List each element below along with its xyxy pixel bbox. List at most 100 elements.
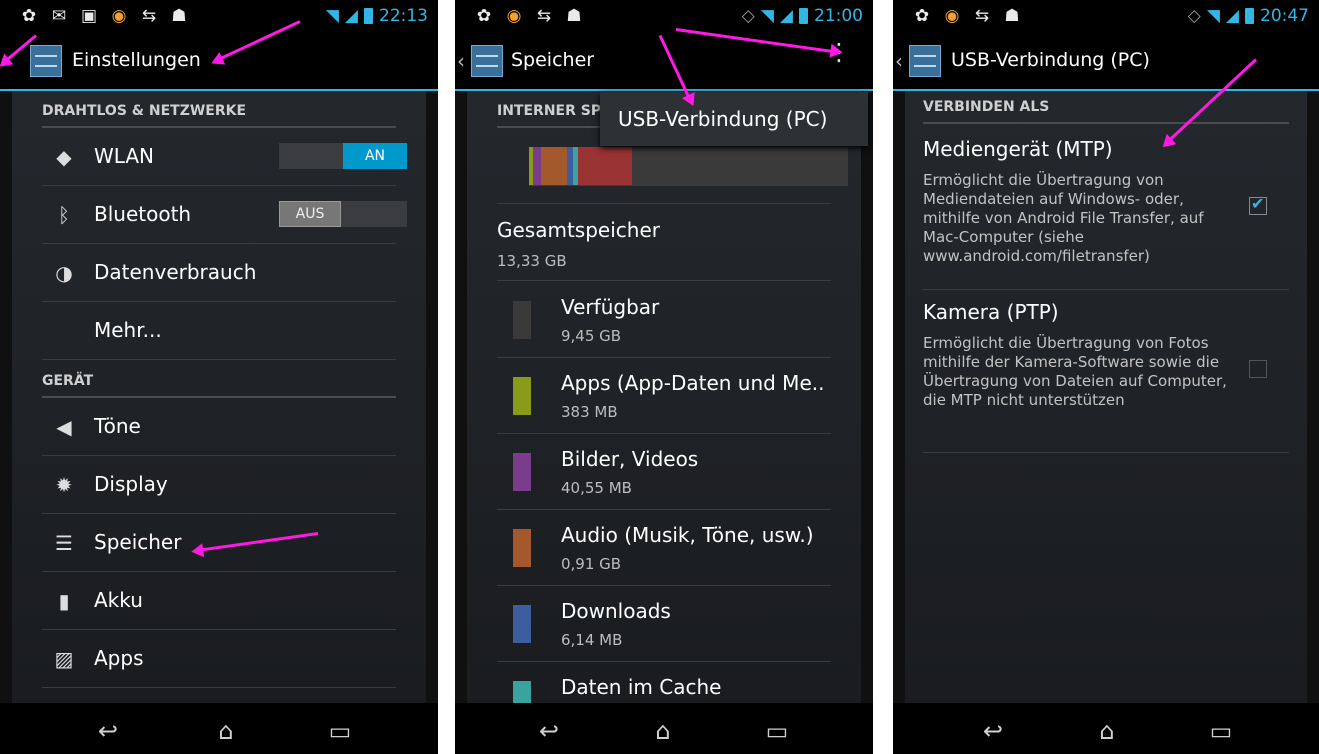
storage-usage-bar: [529, 147, 848, 186]
settings-item-data-usage[interactable]: ◑ Datenverbrauch: [42, 245, 396, 302]
storage-icon: ☰: [55, 531, 73, 555]
item-value: 13,33 GB: [497, 252, 567, 270]
brightness-icon: ✹: [55, 473, 73, 497]
settings-app-icon[interactable]: [30, 45, 62, 77]
mtp-checkbox[interactable]: ✔: [1249, 194, 1267, 215]
storage-category-row[interactable]: Verfügbar 9,45 GB: [497, 281, 831, 358]
app-notification-icon: ◉: [111, 6, 127, 26]
battery-icon: ▮: [58, 589, 70, 613]
signal-icon: ◢: [779, 6, 793, 26]
wifi-icon: ◥: [325, 6, 339, 26]
battery-icon: [799, 8, 808, 24]
item-label: Töne: [94, 414, 141, 438]
home-icon[interactable]: ⌂: [196, 717, 256, 745]
bluetooth-toggle[interactable]: AUS: [279, 201, 407, 227]
apps-icon: ▨: [54, 647, 74, 671]
storage-category-row[interactable]: Downloads 6,14 MB: [497, 585, 831, 662]
item-label: Mehr...: [94, 318, 162, 342]
back-icon[interactable]: ↩: [519, 717, 579, 745]
app-notification-icon: ◉: [506, 6, 522, 26]
clock: 21:00: [814, 6, 863, 26]
settings-notification-icon: ✿: [914, 6, 930, 26]
settings-item-bluetooth[interactable]: ᛒ Bluetooth AUS: [42, 187, 407, 244]
bar-segment-media: [533, 147, 541, 185]
settings-item-battery[interactable]: ▮ Akku: [42, 573, 396, 630]
item-title: Downloads: [561, 599, 671, 623]
recent-apps-icon[interactable]: ▭: [747, 717, 807, 745]
android-notification-icon: ☗: [566, 6, 582, 26]
android-notification-icon: ☗: [171, 6, 187, 26]
back-icon[interactable]: ↩: [963, 717, 1023, 745]
mail-notification-icon: ✉: [51, 6, 67, 26]
category-color-swatch: [513, 605, 531, 643]
category-color-swatch: [513, 529, 531, 567]
battery-icon: [1245, 8, 1254, 24]
back-icon[interactable]: ↩: [78, 717, 138, 745]
item-label: Display: [94, 472, 168, 496]
settings-item-wlan[interactable]: ◆ WLAN AN: [42, 129, 407, 186]
option-description: Ermöglicht die Übertragung von Fotos mit…: [923, 334, 1227, 409]
item-value: 6,14 MB: [561, 631, 623, 649]
settings-app-icon[interactable]: [471, 45, 503, 77]
page-title: USB-Verbindung (PC): [951, 49, 1150, 71]
total-storage-row[interactable]: Gesamtspeicher 13,33 GB: [497, 204, 831, 281]
home-icon[interactable]: ⌂: [633, 717, 693, 745]
option-description: Ermöglicht die Übertragung von Mediendat…: [923, 171, 1204, 265]
settings-notification-icon: ✿: [21, 6, 37, 26]
wlan-toggle[interactable]: AN: [279, 143, 407, 169]
settings-item-apps[interactable]: ▨ Apps: [42, 631, 396, 688]
vibrate-icon: ◇: [1187, 6, 1201, 26]
page-title: Speicher: [511, 49, 595, 71]
item-title: Bilder, Videos: [561, 447, 699, 471]
navigation-bar: ↩ ⌂ ▭: [455, 703, 873, 754]
usb-options-list: VERBINDEN ALS Mediengerät (MTP) Ermöglic…: [905, 91, 1307, 703]
android-notification-icon: ☗: [1004, 6, 1020, 26]
up-navigation-icon[interactable]: ‹: [457, 49, 465, 73]
settings-list: DRAHTLOS & NETZWERKE ◆ WLAN AN ᛒ Bluetoo…: [12, 91, 426, 703]
category-color-swatch: [513, 681, 531, 703]
menu-item-usb-connection[interactable]: USB-Verbindung (PC): [618, 107, 827, 131]
option-title: Kamera (PTP): [923, 300, 1059, 324]
storage-category-row[interactable]: Daten im Cache: [497, 661, 831, 703]
recent-apps-icon[interactable]: ▭: [1191, 717, 1251, 745]
item-label: Datenverbrauch: [94, 260, 257, 284]
option-ptp[interactable]: Kamera (PTP) Ermöglicht die Übertragung …: [923, 290, 1289, 453]
section-header-connect-as: VERBINDEN ALS: [923, 99, 1289, 124]
item-value: 9,45 GB: [561, 327, 622, 345]
navigation-bar: ↩ ⌂ ▭: [0, 703, 438, 754]
recent-apps-icon[interactable]: ▭: [310, 717, 370, 745]
clock: 20:47: [1260, 6, 1309, 26]
settings-item-more[interactable]: Mehr...: [42, 303, 396, 360]
up-navigation-icon[interactable]: ‹: [895, 49, 903, 73]
navigation-bar: ↩ ⌂ ▭: [893, 703, 1319, 754]
item-value: 40,55 MB: [561, 479, 632, 497]
status-bar: ✿ ✉ ▣ ◉ ⇆ ☗ ◥ ◢ 22:13: [0, 0, 438, 35]
item-label: Apps: [94, 646, 144, 670]
category-color-swatch: [513, 377, 531, 415]
storage-category-row[interactable]: Bilder, Videos 40,55 MB: [497, 433, 831, 510]
ptp-checkbox[interactable]: [1249, 360, 1267, 378]
overflow-menu-popup: USB-Verbindung (PC): [600, 92, 868, 146]
settings-notification-icon: ✿: [476, 6, 492, 26]
item-title: Gesamtspeicher: [497, 218, 660, 242]
item-title: Audio (Musik, Töne, usw.): [561, 523, 814, 547]
storage-list: INTERNER SP Gesamtspeicher 13,33 GB Verf…: [467, 91, 861, 703]
home-icon[interactable]: ⌂: [1077, 717, 1137, 745]
battery-icon: [364, 8, 373, 24]
settings-item-display[interactable]: ✹ Display: [42, 457, 396, 514]
settings-item-sound[interactable]: ◀ Töne: [42, 399, 396, 456]
wifi-icon: ◥: [760, 6, 774, 26]
settings-app-icon[interactable]: [909, 45, 941, 77]
category-color-swatch: [513, 453, 531, 491]
page-title: Einstellungen: [72, 49, 201, 71]
storage-category-row[interactable]: Audio (Musik, Töne, usw.) 0,91 GB: [497, 509, 831, 586]
usb-connection-screen: ✿ ◉ ⇆ ☗ ◇ ◥ ◢ 20:47 ‹ USB-Verbindung (PC…: [893, 0, 1319, 754]
item-title: Verfügbar: [561, 295, 660, 319]
section-header-wireless: DRAHTLOS & NETZWERKE: [42, 103, 396, 128]
vibrate-icon: ◇: [741, 6, 755, 26]
item-title: Apps (App-Daten und Me..: [561, 371, 825, 395]
settings-item-storage[interactable]: ☰ Speicher: [42, 515, 396, 572]
storage-category-row[interactable]: Apps (App-Daten und Me.. 383 MB: [497, 357, 831, 434]
section-header-device: GERÄT: [42, 373, 396, 398]
option-mtp[interactable]: Mediengerät (MTP) Ermöglicht die Übertra…: [923, 127, 1289, 290]
